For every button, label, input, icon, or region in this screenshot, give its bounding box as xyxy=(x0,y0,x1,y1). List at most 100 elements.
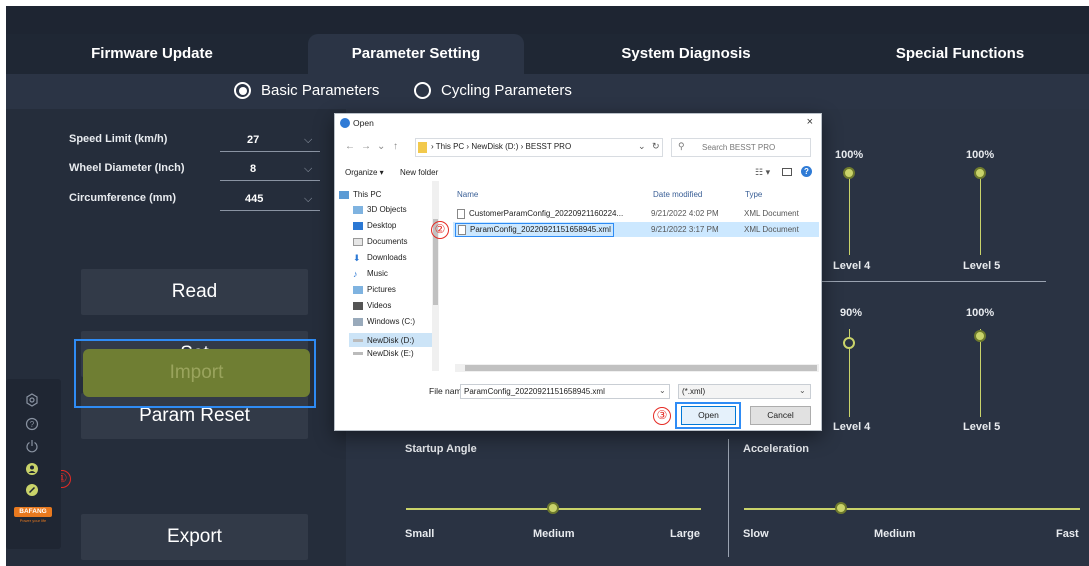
read-button[interactable]: Read xyxy=(81,269,308,315)
refresh-icon[interactable]: ↻ xyxy=(652,141,660,152)
user-icon[interactable] xyxy=(25,462,39,476)
address-bar[interactable]: › This PC › NewDisk (D:) › BESST PRO ⌄ ↻ xyxy=(415,138,663,157)
close-icon[interactable]: × xyxy=(807,116,813,128)
circumference-value[interactable]: 445 xyxy=(245,193,263,205)
link-icon[interactable] xyxy=(25,483,39,497)
tab-firmware-update[interactable]: Firmware Update xyxy=(82,34,222,74)
navigation-pane: This PC 3D Objects Desktop Documents ⬇ Do… xyxy=(335,181,441,374)
nav-newdisk-e[interactable]: NewDisk (E:) xyxy=(353,349,414,358)
radio-cycling-parameters[interactable]: Cycling Parameters xyxy=(414,82,572,99)
filter-chevron-icon[interactable]: ⌄ xyxy=(799,386,806,395)
address-chevron-icon[interactable]: ⌄ xyxy=(638,141,646,152)
breadcrumb: › This PC › NewDisk (D:) › BESST PRO xyxy=(431,142,572,151)
file-type-filter[interactable]: (*.xml) xyxy=(678,384,811,399)
pictures-icon xyxy=(353,285,363,294)
startup-angle-small: Small xyxy=(405,528,435,540)
file-date: 9/21/2022 3:17 PM xyxy=(651,225,719,234)
import-button[interactable]: Import xyxy=(83,349,310,397)
tab-parameter-setting[interactable]: Parameter Setting xyxy=(308,34,524,74)
folder-icon xyxy=(418,142,427,153)
radio-unselected-icon xyxy=(414,82,431,99)
wheel-diameter-underline xyxy=(220,180,320,181)
open-file-dialog: Open × ← → ⌄ ↑ › This PC › NewDisk (D:) … xyxy=(334,113,822,431)
cancel-button[interactable]: Cancel xyxy=(750,406,811,425)
level4-mid-slider-knob[interactable] xyxy=(843,337,855,349)
help-icon[interactable]: ? xyxy=(25,417,39,431)
chevron-down-icon[interactable]: ⌵ xyxy=(304,163,312,176)
column-header-type[interactable]: Type xyxy=(745,190,762,199)
level5-top-label: Level 5 xyxy=(963,260,1001,272)
nav-this-pc[interactable]: This PC xyxy=(339,190,381,199)
file-type: XML Document xyxy=(744,225,799,234)
breadcrumb-this-pc[interactable]: This PC xyxy=(436,142,464,151)
speed-limit-label: Speed Limit (km/h) xyxy=(69,133,168,145)
file-date: 9/21/2022 4:02 PM xyxy=(651,209,719,218)
settings-icon[interactable] xyxy=(25,393,39,407)
export-button[interactable]: Export xyxy=(81,514,308,560)
radio-selected-icon xyxy=(234,82,251,99)
nav-newdisk-d[interactable]: NewDisk (D:) xyxy=(349,333,433,347)
breadcrumb-newdisk-d[interactable]: NewDisk (D:) xyxy=(471,142,518,151)
nav-desktop[interactable]: Desktop xyxy=(353,221,396,230)
file-row[interactable]: CustomerParamConfig_20220921160224... 9/… xyxy=(453,206,819,221)
chevron-down-icon[interactable]: ⌵ xyxy=(304,134,312,147)
new-folder-button[interactable]: New folder xyxy=(400,168,438,177)
back-arrow-icon[interactable]: ← xyxy=(345,141,355,152)
nav-music[interactable]: ♪ Music xyxy=(353,269,388,278)
breadcrumb-besst-pro[interactable]: BESST PRO xyxy=(526,142,572,151)
level5-top-slider-knob[interactable] xyxy=(974,167,986,179)
level4-top-percent: 100% xyxy=(835,149,864,161)
organize-menu[interactable]: Organize ▾ xyxy=(345,168,384,177)
chevron-down-icon[interactable]: ⌵ xyxy=(304,193,312,206)
view-options-icon[interactable]: ☷ ▾ xyxy=(755,167,770,178)
vertical-divider xyxy=(728,439,729,557)
svg-text:?: ? xyxy=(30,420,35,429)
level4-top-slider-knob[interactable] xyxy=(843,167,855,179)
up-arrow-icon[interactable]: ↑ xyxy=(393,141,398,152)
radio-cycling-label: Cycling Parameters xyxy=(441,82,572,99)
callout-step-3: ③ xyxy=(653,407,671,425)
main-tab-bar: Firmware Update Parameter Setting System… xyxy=(6,34,1089,74)
search-icon: ⚲ xyxy=(678,141,685,151)
column-header-name[interactable]: Name xyxy=(457,190,478,199)
nav-windows-c[interactable]: Windows (C:) xyxy=(353,317,415,326)
bafang-tagline: Power your life xyxy=(19,518,47,523)
file-list-scrollbar[interactable] xyxy=(455,364,819,372)
level5-top-percent: 100% xyxy=(966,149,995,161)
tab-system-diagnosis[interactable]: System Diagnosis xyxy=(606,34,766,74)
column-header-date[interactable]: Date modified xyxy=(653,190,702,199)
forward-arrow-icon[interactable]: → xyxy=(361,141,371,152)
recent-chevron-icon[interactable]: ⌄ xyxy=(377,141,385,152)
startup-angle-medium: Medium xyxy=(533,528,575,540)
file-name: CustomerParamConfig_20220921160224... xyxy=(469,209,624,218)
file-list-scroll-thumb[interactable] xyxy=(465,365,817,371)
nav-documents[interactable]: Documents xyxy=(353,237,407,246)
tab-special-functions[interactable]: Special Functions xyxy=(880,34,1040,74)
level5-mid-slider-knob[interactable] xyxy=(974,330,986,342)
nav-3d-objects[interactable]: 3D Objects xyxy=(353,205,407,214)
wheel-diameter-value[interactable]: 8 xyxy=(250,163,256,175)
search-box[interactable]: ⚲ Search BESST PRO xyxy=(671,138,811,157)
acceleration-slider-knob[interactable] xyxy=(835,502,847,514)
open-button[interactable]: Open xyxy=(681,406,736,425)
file-name-input[interactable]: ParamConfig_20220921151658945.xml xyxy=(460,384,670,399)
preview-pane-icon[interactable] xyxy=(782,168,792,176)
nav-videos[interactable]: Videos xyxy=(353,301,391,310)
desktop-icon xyxy=(353,221,363,230)
nav-scrollbar[interactable] xyxy=(432,181,439,371)
parameter-mode-bar: Basic Parameters Cycling Parameters xyxy=(6,74,1089,109)
power-icon[interactable] xyxy=(25,439,39,453)
circumference-label: Circumference (mm) xyxy=(69,192,176,204)
nav-downloads[interactable]: ⬇ Downloads xyxy=(353,253,407,262)
startup-angle-slider-knob[interactable] xyxy=(547,502,559,514)
download-icon: ⬇ xyxy=(353,252,361,263)
help-icon[interactable]: ? xyxy=(801,166,812,177)
speed-limit-value[interactable]: 27 xyxy=(247,134,259,146)
radio-basic-parameters[interactable]: Basic Parameters xyxy=(234,82,379,99)
file-name-chevron-icon[interactable]: ⌄ xyxy=(659,386,666,395)
file-row-selected[interactable]: ParamConfig_20220921151658945.xml 9/21/2… xyxy=(453,222,819,237)
nav-pictures[interactable]: Pictures xyxy=(353,285,396,294)
title-bar xyxy=(6,6,1089,34)
level5-mid-label: Level 5 xyxy=(963,421,1001,433)
level5-top-track xyxy=(980,167,981,255)
